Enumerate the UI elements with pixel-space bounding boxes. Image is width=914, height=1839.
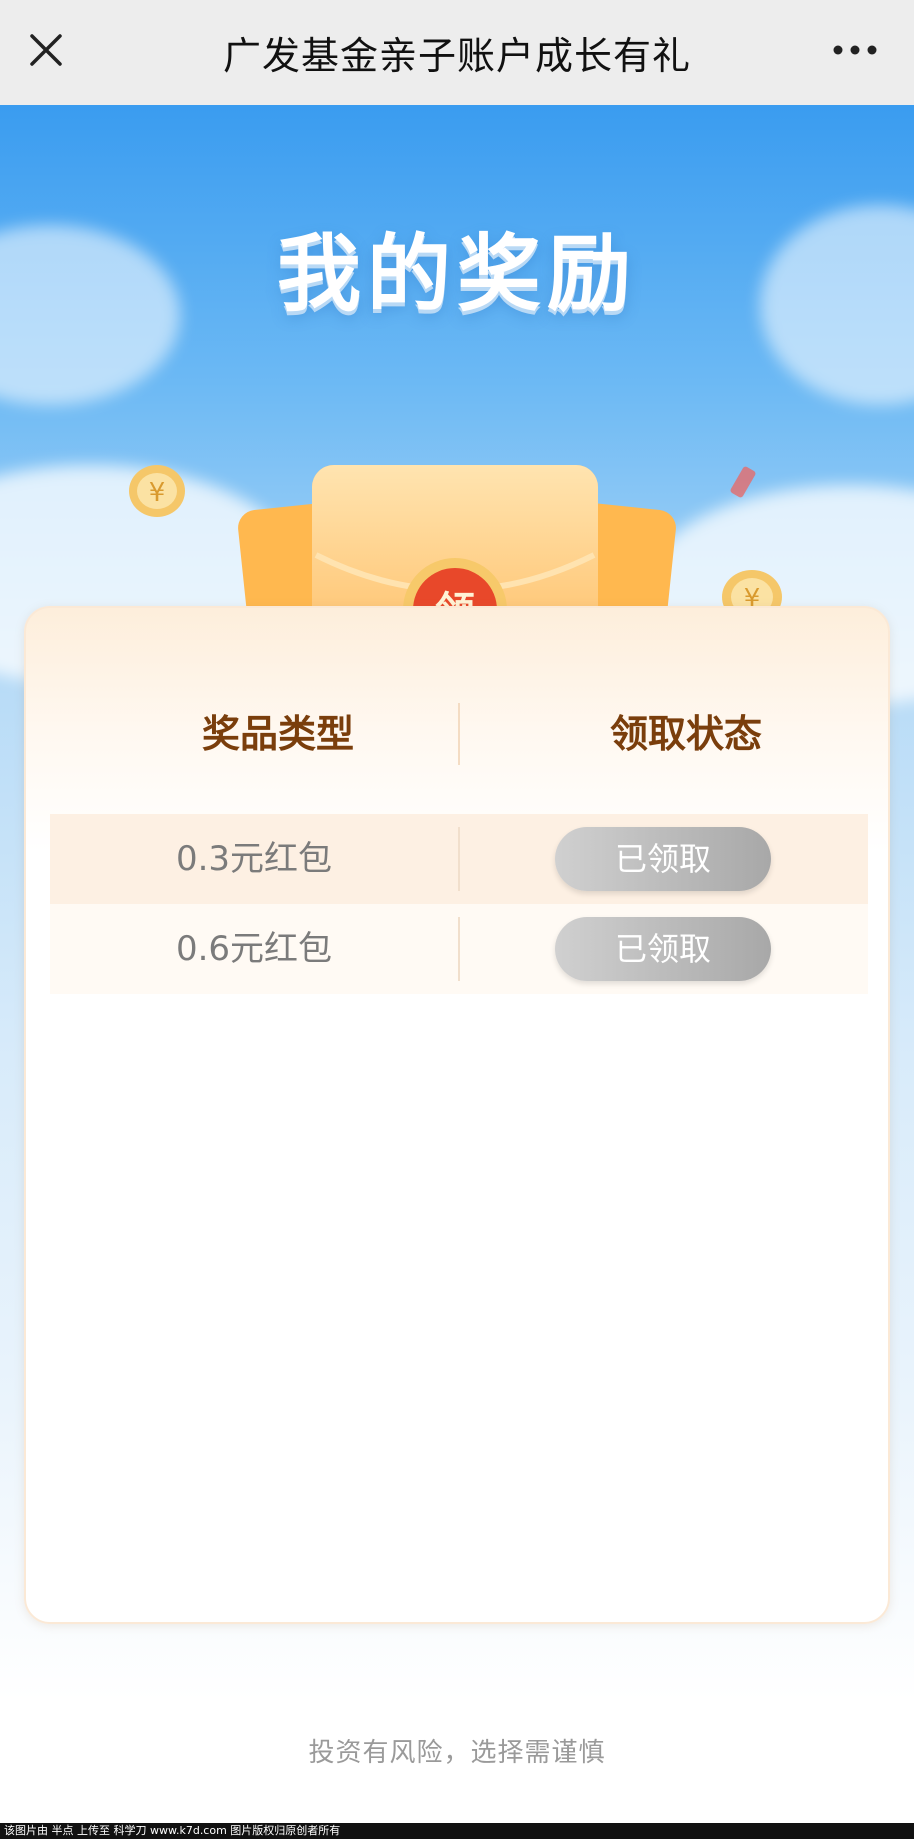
claimed-status-button[interactable]: 已领取 xyxy=(555,917,771,981)
prize-type-cell: 0.6元红包 xyxy=(175,929,333,969)
table-row: 0.6元红包 已领取 xyxy=(50,904,868,994)
table-row: 0.3元红包 已领取 xyxy=(50,814,868,904)
header-claim-status: 领取状态 xyxy=(609,712,762,756)
page-title: 广发基金亲子账户成长有礼 xyxy=(222,34,691,78)
svg-text:¥: ¥ xyxy=(149,478,166,508)
rewards-heading: 我的奖励 xyxy=(276,225,637,323)
watermark-footer: 该图片由 半点 上传至 科学刀 www.k7d.com 图片版权归原创者所有 xyxy=(0,1823,914,1839)
claimed-status-button[interactable]: 已领取 xyxy=(555,827,771,891)
row-divider xyxy=(458,917,460,981)
close-icon[interactable] xyxy=(26,30,66,70)
coin-icon: ¥ xyxy=(129,465,185,517)
header-divider xyxy=(458,703,460,765)
rewards-card: 奖品类型 领取状态 0.3元红包 已领取 0.6元红包 已领取 xyxy=(24,606,890,1624)
nav-bar: 广发基金亲子账户成长有礼 xyxy=(0,0,914,105)
more-dots-icon[interactable] xyxy=(832,34,878,66)
header-prize-type: 奖品类型 xyxy=(201,712,354,756)
prize-type-cell: 0.3元红包 xyxy=(175,839,333,879)
row-divider xyxy=(458,827,460,891)
risk-disclaimer: 投资有风险，选择需谨慎 xyxy=(308,1738,606,1768)
